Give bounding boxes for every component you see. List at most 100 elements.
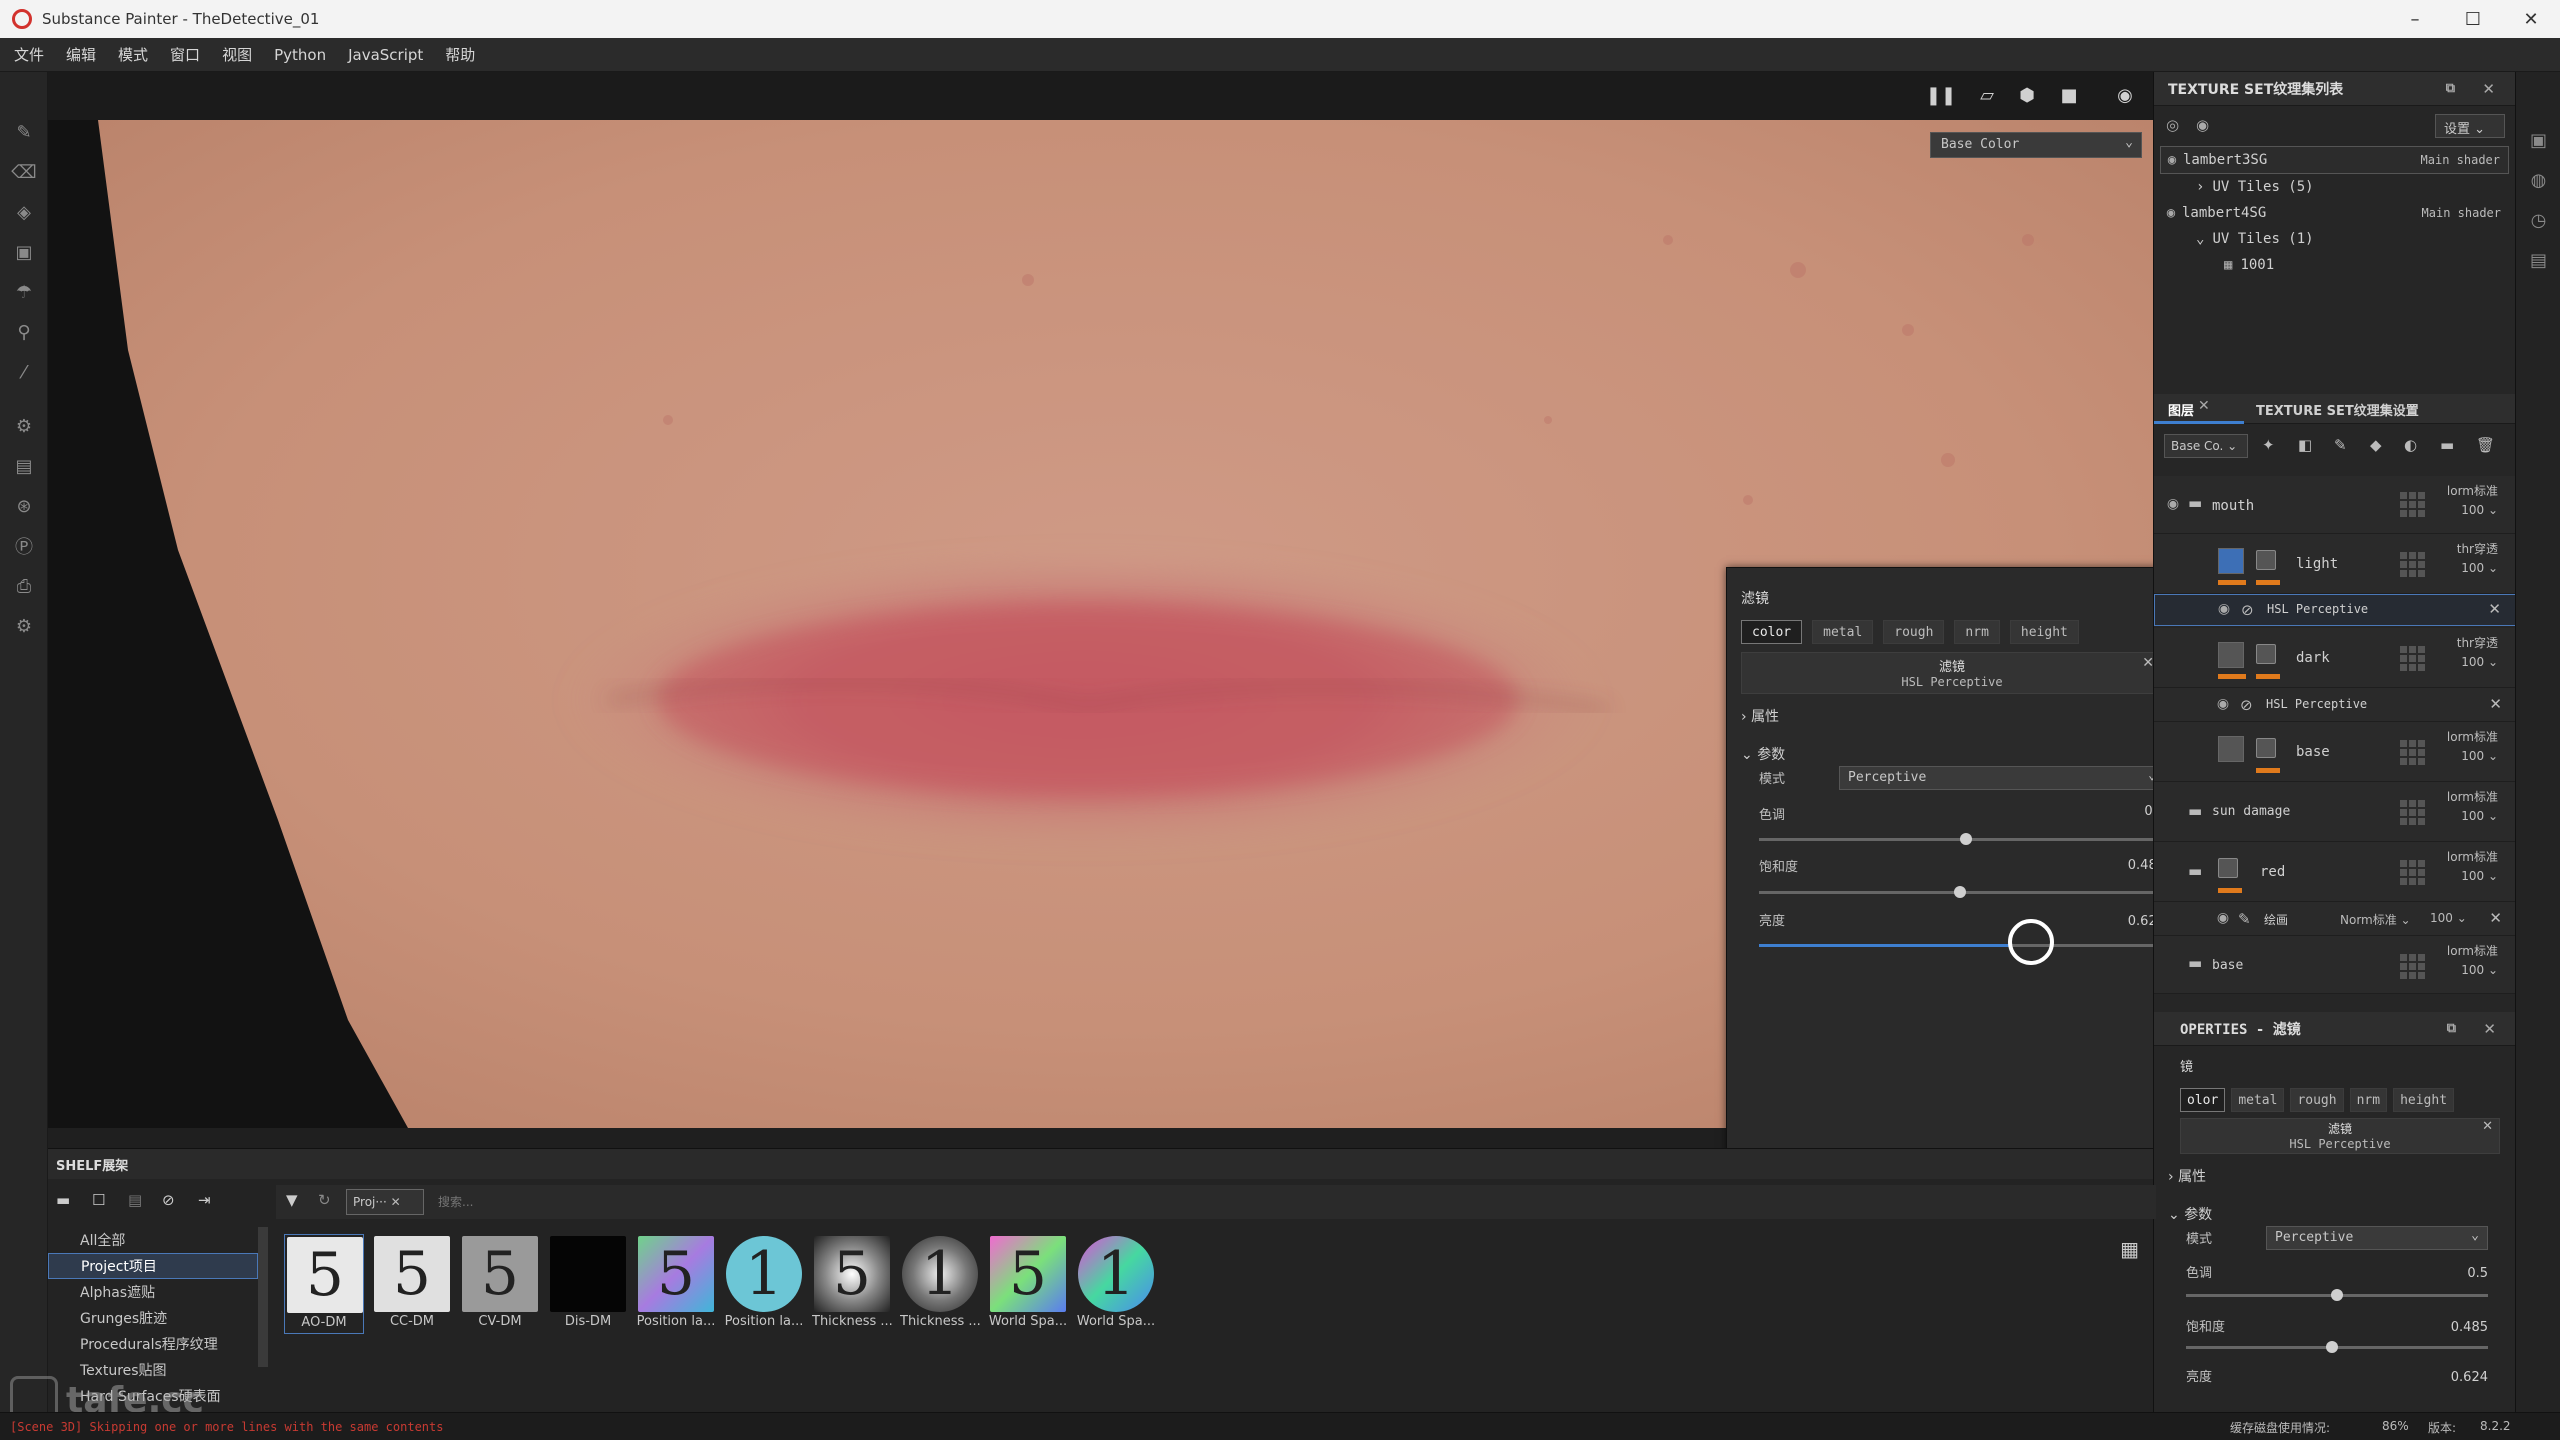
maximize-button[interactable]: ☐ <box>2444 0 2502 38</box>
asset-thickness-2[interactable]: 1 Thickness ... <box>900 1234 980 1334</box>
hue-value[interactable]: 0.5 <box>2390 1266 2488 1281</box>
opacity[interactable]: 100 ⌄ <box>2447 747 2498 766</box>
grid-view-icon[interactable]: ▦ <box>2120 1237 2139 1261</box>
attributes-section[interactable]: › 属性 <box>1741 706 1779 726</box>
uv-tiles-row[interactable]: › UV Tiles (5) <box>2154 174 2515 200</box>
asset-cc-dm[interactable]: 5 CC-DM <box>372 1234 452 1334</box>
lightness-value[interactable]: 0.624 <box>2067 914 2165 929</box>
tab-metal[interactable]: metal <box>1812 620 1874 644</box>
history-icon[interactable]: ◷ <box>2516 200 2560 240</box>
hue-value[interactable]: 0.5 <box>2067 804 2165 819</box>
environment-icon[interactable]: ◍ <box>2516 160 2560 200</box>
photoshop-icon[interactable]: Ⓟ <box>0 526 48 566</box>
add-paint-layer-icon[interactable]: ✎ <box>2334 436 2347 454</box>
opacity[interactable]: 100 ⌄ <box>2447 867 2498 886</box>
log-icon[interactable]: ▤ <box>2516 240 2560 280</box>
category-alphas[interactable]: Alphas遮贴 <box>48 1279 258 1305</box>
tab-nrm[interactable]: nrm <box>1954 620 2000 644</box>
eye-icon[interactable]: ◉ <box>2212 696 2234 712</box>
menu-file[interactable]: 文件 <box>14 44 44 65</box>
mode-select[interactable]: Perceptive ⌄ <box>1839 766 2165 790</box>
tab-height[interactable]: height <box>2393 1088 2455 1112</box>
close-icon[interactable]: ✕ <box>2482 1119 2493 1134</box>
layer-row-sun-damage[interactable]: ▬ sun damage lorm标准 100 ⌄ <box>2154 782 2516 842</box>
opacity[interactable]: 100 ⌄ <box>2457 653 2498 672</box>
smudge-icon[interactable]: ☂ <box>0 272 48 312</box>
visibility-icon[interactable]: ◉ <box>2196 116 2209 134</box>
tab-color[interactable]: olor <box>2180 1088 2226 1112</box>
camera-icon[interactable]: ■ <box>2056 84 2082 106</box>
saturation-value[interactable]: 0.485 <box>2067 858 2165 873</box>
library-icon[interactable]: ▤ <box>128 1191 142 1209</box>
add-mask-icon[interactable]: ◧ <box>2298 436 2312 454</box>
magic-wand-icon[interactable]: ✦ <box>2262 436 2275 454</box>
menu-python[interactable]: Python <box>274 46 326 64</box>
eye-icon[interactable]: ◉ <box>2212 910 2234 926</box>
bake-icon[interactable]: ▤ <box>0 446 48 486</box>
saturation-slider-knob[interactable] <box>1954 886 1966 898</box>
tab-color[interactable]: color <box>1741 620 1803 644</box>
eye-icon[interactable]: ◉ <box>2161 152 2183 168</box>
lightness-slider-knob[interactable] <box>2008 919 2054 965</box>
effect-row-paint[interactable]: ◉ ✎ 绘画 Norm标准 ⌄ 100 ⌄ ✕ <box>2154 902 2516 936</box>
refresh-icon[interactable]: ↻ <box>318 1191 331 1209</box>
asset-ao-dm[interactable]: 5 AO-DM <box>284 1234 364 1334</box>
opacity[interactable]: 100 ⌄ <box>2430 911 2467 925</box>
saturation-slider-knob[interactable] <box>2326 1341 2338 1353</box>
opacity[interactable]: 100 ⌄ <box>2447 807 2498 826</box>
minimize-button[interactable]: – <box>2386 0 2444 38</box>
new-folder-icon[interactable]: ☐ <box>92 1191 105 1209</box>
float-panel-icon[interactable]: ⧉ <box>2447 1021 2456 1036</box>
menu-help[interactable]: 帮助 <box>445 44 475 65</box>
layer-row-light[interactable]: light thr穿透 100 ⌄ <box>2154 534 2516 594</box>
eye-toggle-icon[interactable]: ◎ <box>2166 116 2179 134</box>
eye-icon[interactable]: ◉ <box>2160 205 2182 221</box>
settings-dropdown[interactable]: 设置 ⌄ <box>2435 114 2505 138</box>
close-icon[interactable]: ✕ <box>2482 80 2495 98</box>
shelf-search-input[interactable] <box>432 1189 2102 1215</box>
asset-thickness-1[interactable]: 5 Thickness ... <box>812 1234 892 1334</box>
pause-icon[interactable]: ❚❚ <box>1926 84 1956 106</box>
category-project[interactable]: Project项目 <box>48 1253 258 1279</box>
tab-metal[interactable]: metal <box>2231 1088 2285 1112</box>
attributes-section[interactable]: › 属性 <box>2168 1166 2206 1186</box>
tab-rough[interactable]: rough <box>2290 1088 2344 1112</box>
close-icon[interactable]: ✕ <box>2489 909 2502 927</box>
float-panel-icon[interactable]: ⧉ <box>2446 81 2455 96</box>
category-grunges[interactable]: Grunges脏迹 <box>48 1305 258 1331</box>
blend-mode[interactable]: lorm标准 <box>2447 788 2498 807</box>
tab-texture-set-settings[interactable]: TEXTURE SET纹理集设置 <box>2256 400 2419 419</box>
close-icon[interactable]: ✕ <box>391 1195 401 1209</box>
polygon-fill-icon[interactable]: ▣ <box>0 232 48 272</box>
blend-mode[interactable]: thr穿透 <box>2457 634 2498 653</box>
asset-position-2[interactable]: 1 Position la... <box>724 1234 804 1334</box>
category-all[interactable]: All全部 <box>48 1227 258 1253</box>
menu-javascript[interactable]: JavaScript <box>348 46 423 64</box>
screenshot-icon[interactable]: ◉ <box>2112 84 2138 106</box>
layer-row-red[interactable]: ▬ red lorm标准 100 ⌄ <box>2154 842 2516 902</box>
category-procedurals[interactable]: Procedurals程序纹理 <box>48 1331 258 1357</box>
layer-row-base-folder[interactable]: ▬ base lorm标准 100 ⌄ <box>2154 936 2516 994</box>
export-icon[interactable]: ⎙ <box>0 566 48 606</box>
viewport-channel-select[interactable]: Base Color ⌄ <box>1930 132 2142 158</box>
add-fill-layer-icon[interactable]: ◆ <box>2370 436 2382 454</box>
texture-set-item[interactable]: ◉ lambert3SG Main shader <box>2160 146 2509 174</box>
asset-world-space-2[interactable]: 1 World Spa... <box>1076 1234 1156 1334</box>
add-effect-icon[interactable]: ◐ <box>2404 436 2417 454</box>
color-picker-icon[interactable]: ⁄ <box>0 352 48 392</box>
blend-mode[interactable]: thr穿透 <box>2457 540 2498 559</box>
blend-mode[interactable]: lorm标准 <box>2447 942 2498 961</box>
gear-icon[interactable]: ⚙ <box>0 606 48 646</box>
blend-mode[interactable]: lorm标准 <box>2447 848 2498 867</box>
mode-select[interactable]: Perceptive ⌄ <box>2266 1226 2488 1250</box>
layer-row-mouth[interactable]: ◉ ▬ mouth lorm标准 100 ⌄ <box>2154 476 2516 534</box>
add-folder-icon[interactable]: ▬ <box>2440 436 2454 454</box>
saturation-value[interactable]: 0.485 <box>2390 1320 2488 1335</box>
close-icon[interactable]: ✕ <box>2198 398 2210 414</box>
view-2d-icon[interactable]: ▱ <box>1974 84 2000 106</box>
mask-icon[interactable] <box>2256 550 2276 570</box>
close-icon[interactable]: ✕ <box>2488 600 2501 618</box>
lightness-value[interactable]: 0.624 <box>2390 1370 2488 1385</box>
uv-tile-row[interactable]: ▦ 1001 <box>2154 252 2515 278</box>
properties-filter-selector[interactable]: 滤镜 HSL Perceptive ✕ <box>2180 1118 2500 1154</box>
